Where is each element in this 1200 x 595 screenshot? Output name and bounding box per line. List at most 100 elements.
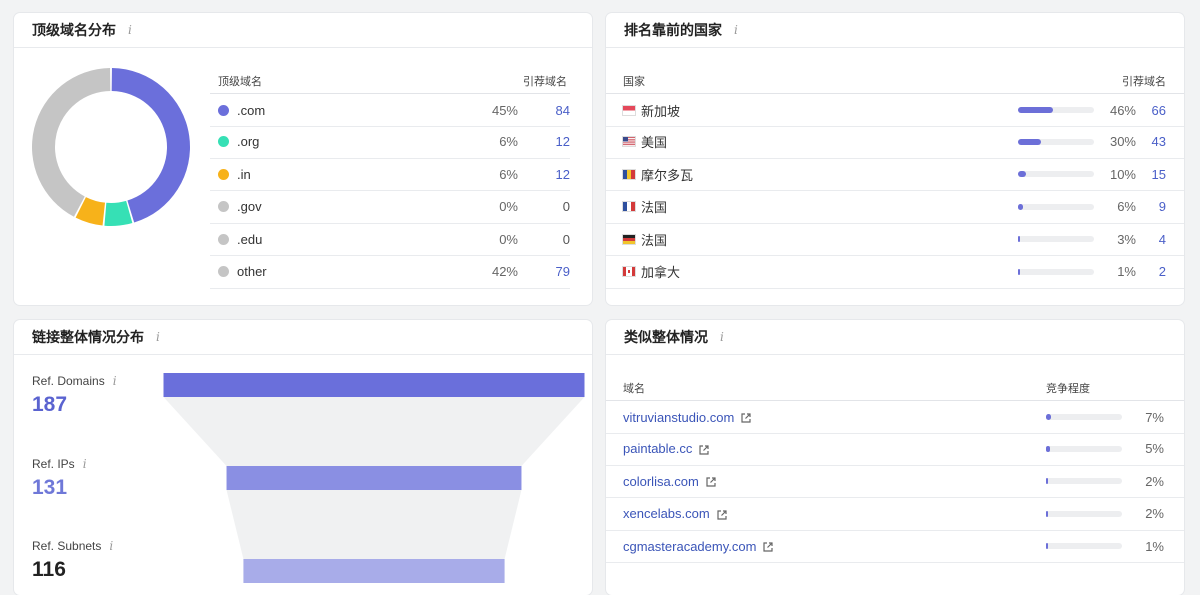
competition-bar bbox=[1046, 445, 1122, 452]
country-row: 新加坡 46% 66 bbox=[606, 93, 1184, 127]
info-icon[interactable]: i bbox=[734, 23, 738, 37]
competition-bar bbox=[1046, 478, 1122, 484]
info-icon[interactable]: i bbox=[720, 330, 724, 344]
tld-name: .edu bbox=[237, 231, 263, 247]
external-link-icon[interactable] bbox=[716, 509, 728, 521]
external-link-icon[interactable] bbox=[762, 541, 774, 553]
legend-dot-icon bbox=[218, 168, 229, 180]
country-percent: 46% bbox=[1109, 102, 1136, 118]
competition-fill bbox=[1046, 414, 1052, 420]
countries-card-header: 排名靠前的国家 i bbox=[606, 13, 1184, 48]
donut-slice[interactable] bbox=[111, 68, 191, 223]
info-icon[interactable]: i bbox=[113, 374, 117, 388]
country-share-bar bbox=[1018, 236, 1094, 242]
metric-value[interactable]: 187 bbox=[32, 393, 67, 417]
funnel-bar[interactable] bbox=[226, 466, 522, 490]
country-percent: 3% bbox=[1117, 231, 1136, 247]
tld-row: .com 45% 84 bbox=[210, 93, 570, 127]
similar-domain-text: vitruvianstudio.com bbox=[623, 409, 735, 425]
similar-domain-text: cgmasteracademy.com bbox=[623, 538, 757, 554]
metric-label: Ref. Subnets i bbox=[32, 539, 113, 553]
competition-fill bbox=[1046, 445, 1050, 452]
country-share-fill bbox=[1018, 138, 1041, 145]
country-count[interactable]: 15 bbox=[1152, 167, 1166, 182]
similar-domain-link[interactable]: paintable.cc bbox=[623, 441, 710, 456]
tld-row: .in 6% 12 bbox=[210, 158, 570, 191]
tld-col-ref-header: 引荐域名 bbox=[523, 76, 567, 88]
competition-fill bbox=[1046, 478, 1048, 484]
tld-row: .gov 0% 0 bbox=[210, 191, 570, 224]
tld-donut-chart bbox=[31, 68, 191, 226]
tld-name: .com bbox=[237, 102, 266, 118]
country-count[interactable]: 2 bbox=[1159, 264, 1166, 279]
similar-domain-text: xencelabs.com bbox=[623, 506, 710, 521]
metric-label: Ref. IPs i bbox=[32, 457, 87, 471]
funnel-bar[interactable] bbox=[243, 559, 505, 583]
external-link-icon[interactable] bbox=[698, 444, 710, 456]
similar-card-header: 类似整体情况 i bbox=[606, 320, 1184, 355]
similar-domain-link[interactable]: xencelabs.com bbox=[623, 506, 728, 521]
tld-count[interactable]: 12 bbox=[556, 134, 570, 149]
info-icon[interactable]: i bbox=[109, 539, 113, 553]
country-row: 美国 30% 43 bbox=[606, 126, 1184, 159]
competition-percent: 2% bbox=[1145, 506, 1164, 521]
similar-domain-link[interactable]: colorlisa.com bbox=[623, 474, 717, 489]
tld-count[interactable]: 12 bbox=[556, 167, 570, 182]
funnel-bar[interactable] bbox=[163, 373, 585, 397]
links-overview-card: 链接整体情况分布 i Ref. Domains i 187 Ref. IPs i 131 R… bbox=[14, 320, 592, 595]
country-row: 摩尔多瓦 10% 15 bbox=[606, 158, 1184, 191]
metric-value[interactable]: 116 bbox=[32, 558, 66, 582]
country-row: 加拿大 1% 2 bbox=[606, 256, 1184, 289]
tld-count: 0 bbox=[562, 199, 570, 214]
links-card-title: 链接整体情况分布 bbox=[32, 329, 144, 345]
similar-row: vitruvianstudio.com 7% bbox=[606, 400, 1184, 434]
tld-percent: 42% bbox=[491, 264, 518, 279]
info-icon[interactable]: i bbox=[128, 23, 132, 37]
country-share-bar bbox=[1018, 138, 1094, 145]
metric-label-text: Ref. IPs bbox=[32, 457, 75, 471]
tld-count[interactable]: 84 bbox=[556, 103, 570, 118]
legend-dot-icon bbox=[218, 201, 229, 212]
competition-bar bbox=[1046, 414, 1122, 420]
country-name: 加拿大 bbox=[641, 265, 681, 280]
country-share-bar bbox=[1018, 107, 1094, 113]
tld-col-domain-header: 顶级域名 bbox=[218, 76, 262, 88]
similar-domain-link[interactable]: cgmasteracademy.com bbox=[623, 539, 774, 554]
donut-slice[interactable] bbox=[31, 68, 111, 217]
de-flag-icon bbox=[623, 234, 635, 244]
tld-card-header: 顶级域名分布 i bbox=[14, 13, 592, 48]
country-percent: 10% bbox=[1109, 166, 1136, 182]
tld-row: other 42% 79 bbox=[210, 256, 570, 289]
tld-name: .in bbox=[237, 166, 251, 182]
tld-distribution-card: 顶级域名分布 i 顶级域名 引荐域名 .com 45% 84 .org 6% 12 .in 6… bbox=[14, 13, 592, 305]
country-count[interactable]: 66 bbox=[1152, 103, 1166, 118]
info-icon[interactable]: i bbox=[83, 457, 87, 471]
country-count[interactable]: 4 bbox=[1159, 232, 1166, 247]
similar-col-comp-header: 竞争程度 bbox=[1046, 383, 1090, 395]
donut-slice[interactable] bbox=[104, 200, 133, 226]
country-percent: 30% bbox=[1109, 134, 1136, 149]
similar-domain-text: colorlisa.com bbox=[623, 473, 699, 489]
country-percent: 6% bbox=[1117, 199, 1136, 214]
funnel-connector bbox=[226, 490, 522, 559]
links-card-header: 链接整体情况分布 i bbox=[14, 320, 592, 355]
country-count[interactable]: 43 bbox=[1152, 134, 1166, 149]
metric-label-text: Ref. Domains bbox=[32, 374, 105, 388]
country-percent: 1% bbox=[1117, 264, 1136, 279]
metric-value[interactable]: 131 bbox=[32, 476, 67, 500]
external-link-icon[interactable] bbox=[705, 476, 717, 488]
country-share-fill bbox=[1018, 203, 1023, 210]
competition-bar bbox=[1046, 543, 1122, 549]
country-name: 法国 bbox=[641, 200, 668, 215]
country-count[interactable]: 9 bbox=[1159, 199, 1166, 214]
similar-domain-link[interactable]: vitruvianstudio.com bbox=[623, 410, 752, 425]
tld-name: .org bbox=[237, 134, 260, 149]
competition-percent: 1% bbox=[1145, 538, 1164, 554]
external-link-icon[interactable] bbox=[740, 412, 752, 424]
tld-count[interactable]: 79 bbox=[556, 264, 570, 279]
competition-bar bbox=[1046, 510, 1122, 517]
sg-flag-icon bbox=[623, 105, 635, 115]
tld-name: .gov bbox=[237, 199, 262, 214]
tld-percent: 0% bbox=[499, 231, 518, 247]
info-icon[interactable]: i bbox=[156, 330, 160, 344]
